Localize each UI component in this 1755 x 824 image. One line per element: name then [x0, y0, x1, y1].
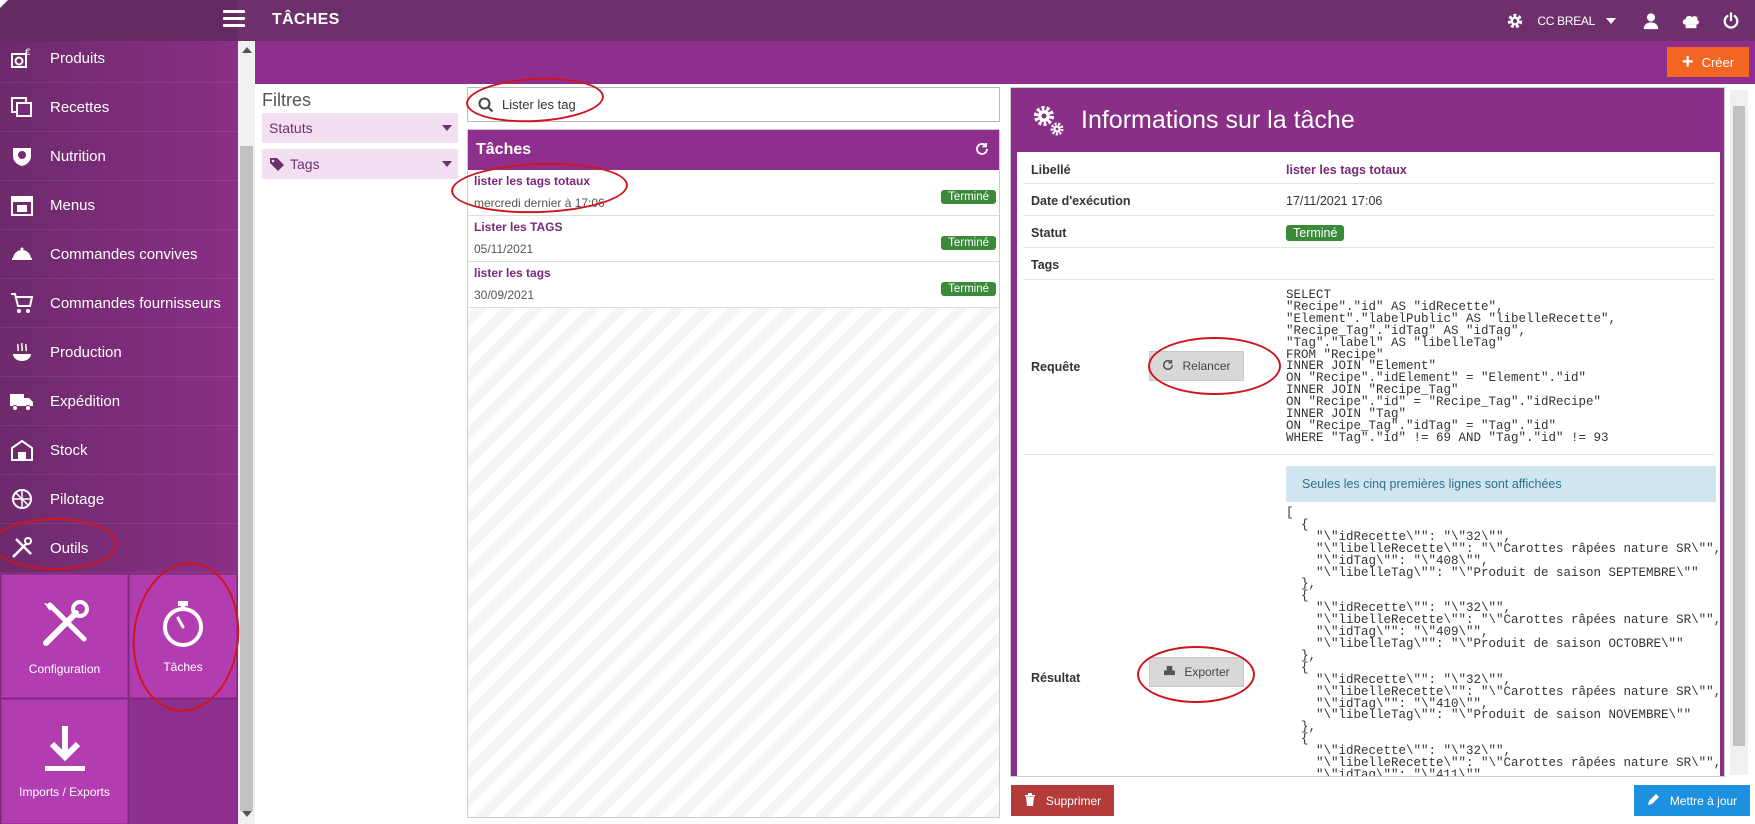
top-bar: TÂCHES CC BREAL [0, 0, 1755, 41]
tile-empty [129, 699, 237, 824]
export-icon [1163, 665, 1176, 679]
production-icon [8, 338, 36, 366]
sidebar-item-production[interactable]: Production [0, 328, 238, 377]
refresh-icon[interactable] [975, 142, 989, 161]
user-name[interactable]: CC BREAL [1537, 14, 1595, 28]
chevron-down-icon [442, 125, 452, 131]
truck-icon [8, 387, 36, 415]
tag-icon [269, 157, 285, 171]
refresh-icon [1162, 359, 1174, 374]
gears-icon [1031, 102, 1067, 138]
sidebar-item-pilotage[interactable]: Pilotage [0, 475, 238, 524]
nutrition-icon [8, 142, 36, 170]
task-row[interactable]: Lister les TAGS 05/11/2021 Terminé [468, 216, 999, 262]
result-code: [ { "\"idRecette\"": "\"32\"", "\"libell… [1286, 506, 1722, 777]
info-header: Informations sur la tâche [1011, 88, 1724, 152]
tile-imports-exports[interactable]: Imports / Exports [1, 699, 128, 824]
recipes-icon [8, 93, 36, 121]
search-icon [478, 97, 494, 113]
filters-panel: Filtres Statuts Tags [262, 90, 458, 179]
scrollbar-thumb[interactable] [240, 146, 253, 811]
delete-button[interactable]: Supprimer [1011, 785, 1114, 816]
download-icon [42, 724, 88, 777]
task-info-panel: Informations sur la tâche Libellé lister… [1010, 87, 1725, 777]
chevron-down-icon [442, 161, 452, 167]
task-row[interactable]: lister les tags 30/09/2021 Terminé [468, 262, 999, 308]
chevron-down-icon[interactable] [1605, 9, 1617, 33]
info-title: Informations sur la tâche [1081, 105, 1355, 134]
wrench-screwdriver-icon [38, 597, 92, 654]
page-title: TÂCHES [272, 11, 340, 28]
menus-icon [8, 191, 36, 219]
pencil-icon [1647, 793, 1660, 809]
status-badge: Terminé [941, 190, 996, 204]
statut-row: Statut Terminé [1023, 216, 1714, 248]
trash-icon [1024, 792, 1036, 809]
sidebar-item-produits[interactable]: € Produits [0, 41, 238, 83]
tile-taches[interactable]: Tâches [129, 574, 237, 698]
search-input[interactable] [502, 97, 962, 112]
sidebar-item-commandes-fournisseurs[interactable]: Commandes fournisseurs [0, 279, 238, 328]
logo-area [0, 0, 238, 41]
tags-row: Tags [1023, 248, 1714, 280]
status-badge: Terminé [1286, 225, 1345, 241]
create-button[interactable]: + Créer [1667, 47, 1749, 77]
status-badge: Terminé [941, 282, 996, 296]
query-code: SELECT "Recipe"."id" AS "idRecette", "El… [1286, 288, 1617, 445]
sidebar-item-stock[interactable]: Stock [0, 426, 238, 475]
sidebar: € Produits Recettes Nutrition Menus Comm… [0, 41, 238, 824]
sidebar-scrollbar[interactable] [238, 41, 255, 824]
sidebar-item-menus[interactable]: Menus [0, 181, 238, 230]
filters-title: Filtres [262, 90, 311, 110]
gear-icon[interactable] [1503, 9, 1527, 33]
requete-row: Requête Relancer SELECT "Recipe"."id" AS… [1023, 280, 1714, 455]
update-button[interactable]: Mettre à jour [1634, 785, 1750, 816]
date-row: Date d'exécution 17/11/2021 17:06 [1023, 184, 1714, 216]
sidebar-item-recettes[interactable]: Recettes [0, 83, 238, 132]
resultat-row: Résultat Exporter Seules les cinq premiè… [1023, 455, 1721, 776]
status-badge: Terminé [941, 236, 996, 250]
products-icon: € [8, 44, 36, 72]
sidebar-item-outils[interactable]: Outils [0, 524, 238, 573]
sidebar-item-expedition[interactable]: Expédition [0, 377, 238, 426]
svg-text:€: € [25, 48, 31, 58]
stopwatch-icon [160, 599, 206, 652]
tasks-header: Tâches [468, 130, 999, 170]
search-box[interactable] [467, 87, 1000, 122]
info-body: Libellé lister les tags totaux Date d'ex… [1017, 152, 1721, 776]
tools-icon [8, 534, 36, 562]
exporter-button[interactable]: Exporter [1149, 657, 1244, 687]
sidebar-item-commandes-convives[interactable]: Commandes convives [0, 230, 238, 279]
cart-icon [8, 289, 36, 317]
warehouse-icon [8, 436, 36, 464]
tags-filter[interactable]: Tags [262, 149, 458, 179]
statuts-filter[interactable]: Statuts [262, 113, 458, 143]
tile-configuration[interactable]: Configuration [1, 574, 128, 698]
info-scrollbar[interactable] [1730, 90, 1748, 775]
guest-orders-icon [8, 240, 36, 268]
hamburger-menu-icon[interactable] [223, 10, 245, 30]
scrollbar-thumb[interactable] [1733, 106, 1745, 746]
relancer-button[interactable]: Relancer [1149, 351, 1244, 381]
tasks-list: Tâches lister les tags totaux mercredi d… [467, 129, 1000, 818]
pilotage-icon [8, 485, 36, 513]
power-icon[interactable] [1719, 9, 1743, 33]
info-alert: Seules les cinq premières lignes sont af… [1286, 466, 1716, 502]
libelle-row: Libellé lister les tags totaux [1023, 152, 1714, 184]
task-row[interactable]: lister les tags totaux mercredi dernier … [468, 170, 999, 216]
chef-hat-icon[interactable] [1679, 9, 1703, 33]
action-bar: + Créer [255, 41, 1755, 84]
plus-icon: + [1681, 51, 1694, 73]
sidebar-item-nutrition[interactable]: Nutrition [0, 132, 238, 181]
user-icon[interactable] [1639, 9, 1663, 33]
